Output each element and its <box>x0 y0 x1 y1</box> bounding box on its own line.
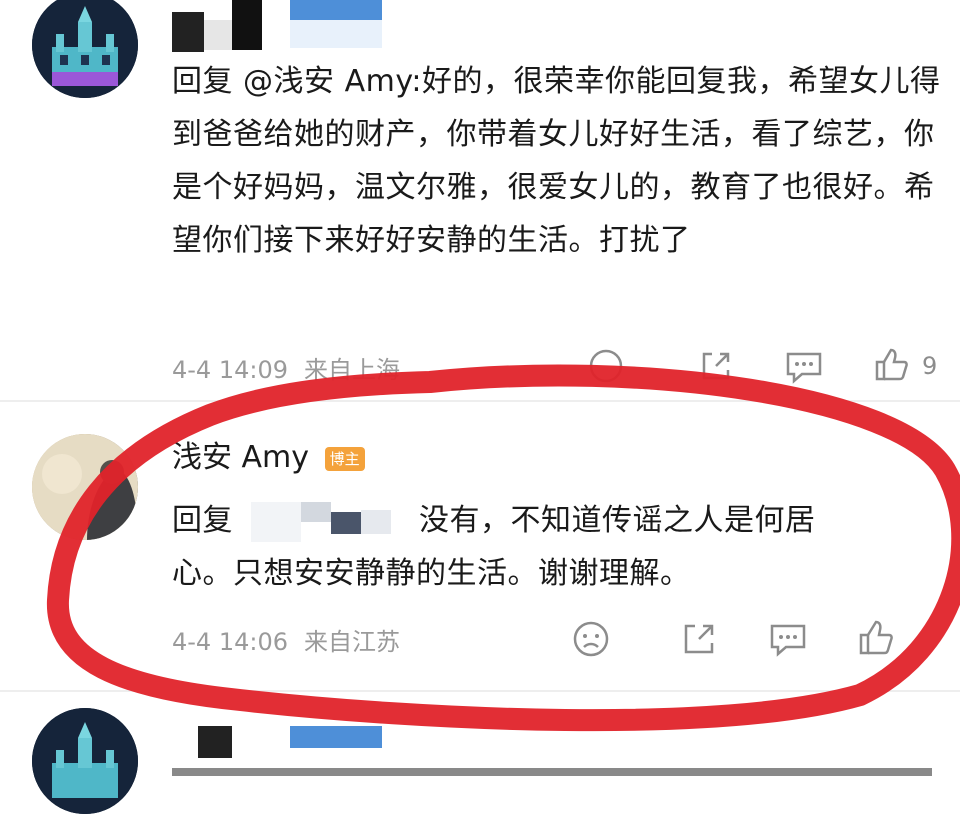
author-avatar[interactable] <box>32 434 138 540</box>
author-avatar-image <box>32 434 138 540</box>
share-icon[interactable] <box>698 348 734 384</box>
reply-line-1: 回复 没有，不知道传谣之人是何居 <box>172 494 952 547</box>
author-username[interactable]: 浅安 Amy 博主 <box>172 438 365 478</box>
dislike-icon[interactable] <box>588 348 624 384</box>
like-icon[interactable] <box>856 618 896 658</box>
comment-meta: 4-4 14:06 来自江苏 <box>172 622 416 657</box>
location: 来自上海 <box>304 356 400 384</box>
comment-icon[interactable] <box>784 348 824 384</box>
username-text: 浅安 Amy <box>172 440 310 475</box>
share-icon[interactable] <box>680 620 718 658</box>
timestamp: 4-4 14:09 <box>172 356 288 384</box>
blogger-badge: 博主 <box>324 446 365 471</box>
location: 来自江苏 <box>304 628 400 656</box>
timestamp: 4-4 14:06 <box>172 628 288 656</box>
like-count: 9 <box>922 352 938 380</box>
reply-line-2: 心。只想安安静静的生活。谢谢理解。 <box>172 556 691 591</box>
dislike-icon[interactable] <box>572 620 610 658</box>
comment-body: 回复 @浅安 Amy:好的，很荣幸你能回复我，希望女儿得到爸爸给她的财产，你带着… <box>172 64 941 258</box>
castle-avatar-image <box>32 0 138 98</box>
comment-2: 浅安 Amy 博主 回复 没有，不知道传谣之人是何居 心。只想安安静静的生活。谢… <box>0 400 960 690</box>
comment-icon[interactable] <box>768 620 808 658</box>
reply-text: 没有，不知道传谣之人是何居 <box>419 503 816 538</box>
reply-prefix: 回复 <box>172 503 233 538</box>
castle-avatar-image <box>32 708 138 814</box>
reply-body: 回复 没有，不知道传谣之人是何居 心。只想安安静静的生活。谢谢理解。 <box>172 494 952 600</box>
comment-meta: 4-4 14:09 来自上海 <box>172 350 416 385</box>
user-avatar[interactable] <box>32 0 138 98</box>
censored-mention <box>251 501 411 542</box>
user-avatar[interactable] <box>32 708 138 814</box>
comment-3 <box>0 690 960 814</box>
like-icon[interactable] <box>872 346 910 384</box>
comment-1: 回复 @浅安 Amy:好的，很荣幸你能回复我，希望女儿得到爸爸给她的财产，你带着… <box>0 0 960 395</box>
